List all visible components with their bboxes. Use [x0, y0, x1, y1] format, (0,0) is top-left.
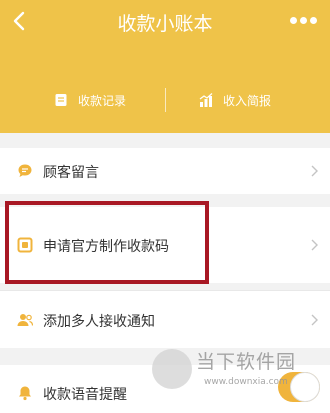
quick-actions-divider	[165, 88, 166, 112]
chat-bubble-icon	[18, 164, 32, 177]
receipt-records-label: 收款记录	[78, 93, 127, 108]
watermark-text: 当下软件园	[196, 351, 297, 373]
chevron-right-icon	[311, 165, 318, 177]
bar-chart-icon	[199, 93, 213, 107]
customer-messages-row[interactable]: 顾客留言	[0, 148, 330, 194]
customer-messages-label: 顾客留言	[43, 165, 99, 181]
receipt-records-button[interactable]: 收款记录	[54, 80, 126, 120]
people-icon	[17, 314, 33, 326]
document-icon	[55, 94, 67, 106]
watermark-logo	[152, 349, 192, 389]
income-report-button[interactable]: 收入简报	[199, 80, 271, 120]
more-options-icon[interactable]	[288, 10, 320, 30]
income-report-label: 收入简报	[223, 93, 272, 108]
header-bar: 收款小账本 收款记录 收入简报	[0, 0, 330, 133]
bell-icon	[19, 386, 31, 401]
add-notification-recipients-label: 添加多人接收通知	[43, 314, 155, 330]
watermark-url: www.downxia.com	[204, 377, 288, 387]
chevron-right-icon	[311, 314, 318, 326]
page-title: 收款小账本	[117, 13, 213, 35]
highlight-box	[5, 201, 209, 284]
chevron-right-icon	[311, 239, 318, 251]
voice-reminder-label: 收款语音提醒	[43, 387, 127, 403]
watermark: 当下软件园 www.downxia.com	[152, 337, 330, 413]
quick-actions: 收款记录 收入简报	[0, 80, 330, 120]
